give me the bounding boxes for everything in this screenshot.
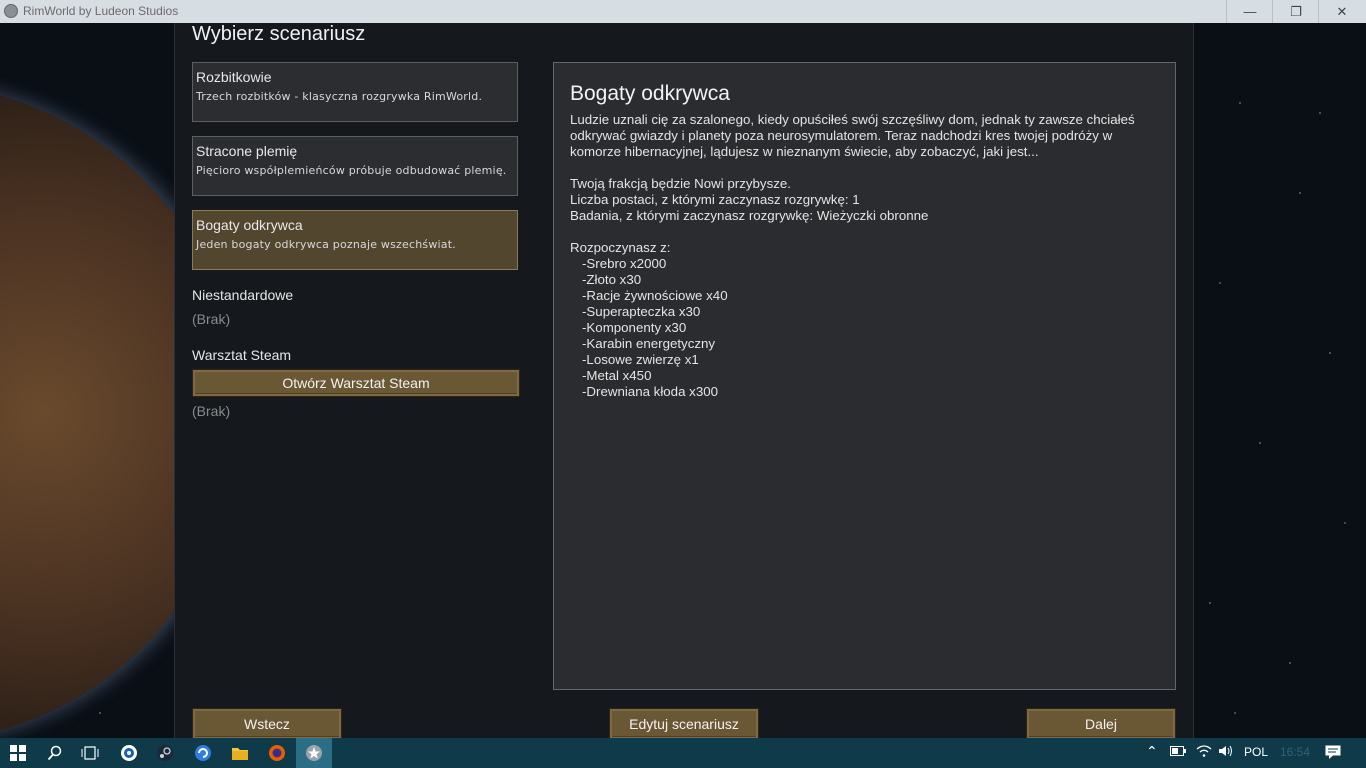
page-title: Wybierz scenariusz	[192, 23, 366, 45]
clock[interactable]: 16:54	[1280, 745, 1310, 759]
scenario-description: Pięcioro współplemieńców próbuje odbudow…	[196, 164, 507, 177]
file-explorer-icon[interactable]	[229, 742, 251, 764]
start-item: -Losowe zwierzę x1	[582, 352, 699, 367]
planet-image	[0, 23, 174, 738]
open-steam-workshop-button[interactable]: Otwórz Warsztat Steam	[192, 369, 520, 397]
start-item: -Złoto x30	[582, 272, 642, 287]
language-indicator[interactable]: POL	[1244, 745, 1268, 759]
edit-scenario-button[interactable]: Edytuj scenariusz	[609, 708, 759, 740]
start-item: -Drewniana kłoda x300	[582, 384, 719, 399]
start-item: -Srebro x2000	[582, 256, 667, 271]
scenario-name: Bogaty odkrywca	[196, 217, 303, 233]
start-item: -Karabin energetyczny	[582, 336, 716, 351]
windows-start-icon[interactable]	[7, 742, 29, 764]
taskbar: ⌃ POL 16:54	[0, 738, 1366, 768]
workshop-section-label: Warsztat Steam	[192, 347, 292, 363]
close-button[interactable]: ✕	[1318, 0, 1365, 23]
detail-title: Bogaty odkrywca	[570, 82, 730, 105]
scenario-description: Trzech rozbitków - klasyczna rozgrywka R…	[196, 90, 483, 103]
detail-body: Ludzie uznali cię za szalonego, kiedy op…	[570, 112, 1155, 416]
maximize-button[interactable]: ❐	[1272, 0, 1319, 23]
steam-icon[interactable]	[154, 742, 176, 764]
rimworld-taskbar-icon[interactable]	[303, 742, 325, 764]
detail-research: Badania, z którymi zaczynasz rozgrywkę: …	[570, 208, 929, 223]
detail-colonists: Liczba postaci, z którymi zaczynasz rozg…	[570, 192, 860, 207]
steam-client-icon[interactable]	[118, 742, 140, 764]
scenario-detail-panel: Bogaty odkrywca Ludzie uznali cię za sza…	[553, 62, 1176, 690]
action-center-icon[interactable]	[1325, 745, 1341, 762]
custom-section-label: Niestandardowe	[192, 287, 294, 303]
workshop-empty-label: (Brak)	[192, 403, 231, 419]
start-item: -Superapteczka x30	[582, 304, 701, 319]
scenario-description: Jeden bogaty odkrywca poznaje wszechświa…	[196, 238, 456, 251]
back-button[interactable]: Wstecz	[192, 708, 342, 740]
volume-icon[interactable]	[1218, 745, 1234, 760]
next-button[interactable]: Dalej	[1026, 708, 1176, 740]
scenario-card-rozbitkowie[interactable]: Rozbitkowie Trzech rozbitków - klasyczna…	[192, 62, 518, 122]
wifi-icon[interactable]	[1196, 745, 1212, 760]
detail-start-header: Rozpoczynasz z:	[570, 240, 671, 255]
task-view-icon[interactable]	[79, 742, 101, 764]
scenario-name: Rozbitkowie	[196, 69, 272, 85]
firefox-icon[interactable]	[266, 742, 288, 764]
scenario-card-bogaty-odkrywca[interactable]: Bogaty odkrywca Jeden bogaty odkrywca po…	[192, 210, 518, 270]
detail-faction: Twoją frakcją będzie Nowi przybysze.	[570, 176, 791, 191]
detail-intro: Ludzie uznali cię za szalonego, kiedy op…	[570, 112, 1135, 159]
battery-icon[interactable]	[1170, 745, 1186, 759]
browser-app-icon[interactable]	[192, 742, 214, 764]
start-item: -Metal x450	[582, 368, 652, 383]
search-icon[interactable]	[44, 742, 66, 764]
scenario-card-stracone-plemie[interactable]: Stracone plemię Pięcioro współplemieńców…	[192, 136, 518, 196]
scenario-name: Stracone plemię	[196, 143, 298, 159]
scenario-select-panel: Wybierz scenariusz Rozbitkowie Trzech ro…	[174, 23, 1194, 740]
rimworld-app-icon	[4, 4, 18, 18]
minimize-button[interactable]: —	[1226, 0, 1273, 23]
chevron-up-icon[interactable]: ⌃	[1146, 743, 1158, 760]
window-title: RimWorld by Ludeon Studios	[23, 4, 179, 18]
start-item: -Komponenty x30	[582, 320, 687, 335]
start-item: -Racje żywnościowe x40	[582, 288, 728, 303]
custom-empty-label: (Brak)	[192, 311, 231, 327]
window-title-bar: RimWorld by Ludeon Studios — ❐ ✕	[0, 0, 1366, 23]
